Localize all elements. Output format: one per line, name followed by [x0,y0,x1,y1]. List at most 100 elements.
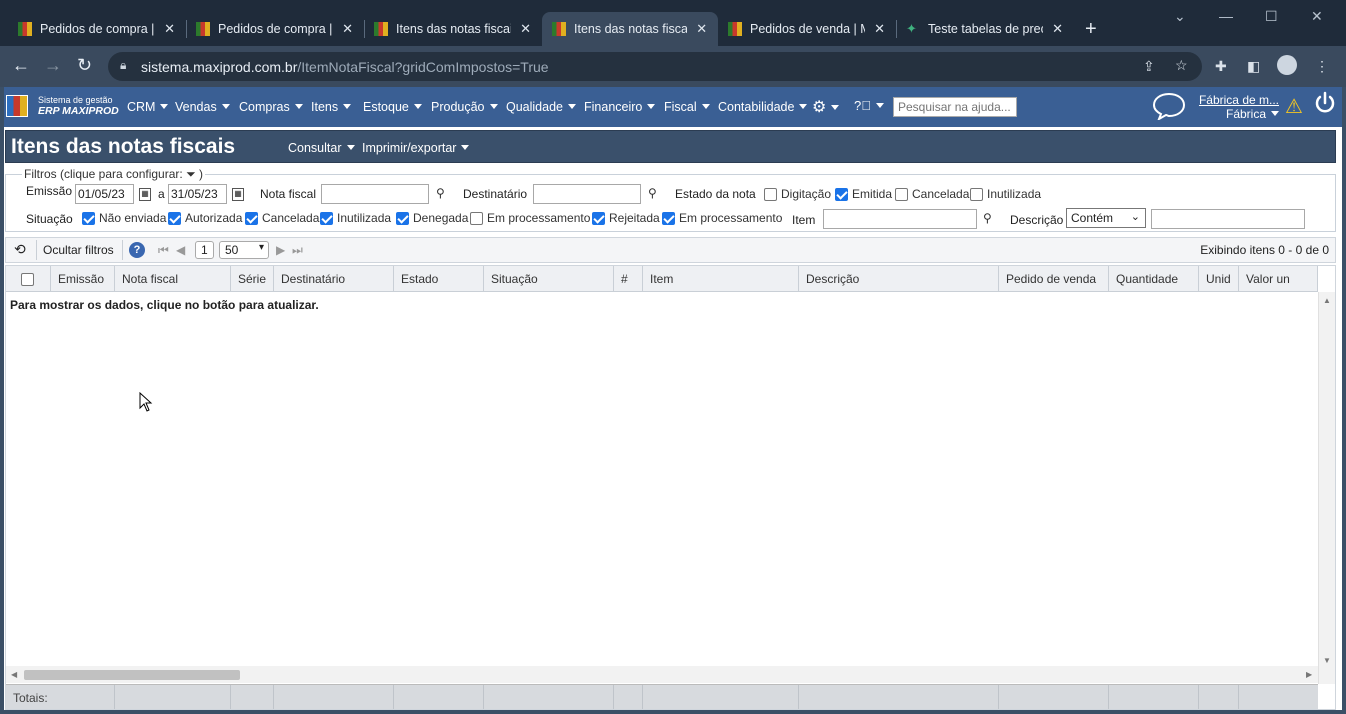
company-selector[interactable]: Fábrica de m... Fábrica [1197,93,1279,121]
situacao-nao-enviada-checkbox[interactable]: Não enviada [82,211,166,225]
browser-tab[interactable]: ✦ Teste tabelas de preço ✕ [896,12,1074,46]
browser-tab-active[interactable]: Itens das notas fiscais ✕ [542,12,718,46]
power-icon[interactable] [1313,91,1337,115]
estado-emitida-checkbox[interactable]: Emitida [835,187,892,201]
calendar-icon[interactable]: ▦ [139,188,151,201]
estado-digitacao-checkbox[interactable]: Digitação [764,187,831,201]
close-icon[interactable]: ✕ [1051,21,1064,37]
help-icon[interactable]: ? [129,242,145,258]
search-icon[interactable]: ⚲ [436,186,445,200]
column-header[interactable]: Emissão [51,266,115,291]
page-size-select[interactable]: 50 ▾ [219,241,269,259]
situacao-inutilizada-checkbox[interactable]: Inutilizada [320,211,391,225]
help-icon[interactable]: ?⃝ [854,98,884,113]
menu-vendas[interactable]: Vendas [175,100,230,114]
item-input[interactable] [823,209,977,229]
destinatario-input[interactable] [533,184,641,204]
filters-legend[interactable]: Filtros (clique para configurar: ⏷ ) [22,167,206,182]
page-number[interactable]: 1 [195,241,214,259]
scroll-down-icon[interactable]: ▼ [1323,656,1331,665]
url-field[interactable]: 🔒︎ sistema.maxiprod.com.br/ItemNotaFisca… [108,52,1202,81]
menu-fiscal[interactable]: Fiscal [664,100,710,114]
more-menu-icon[interactable]: ⋮ [1315,58,1329,75]
side-panel-icon[interactable]: ◧ [1247,58,1260,75]
select-all-checkbox[interactable] [21,273,34,286]
nota-fiscal-input[interactable] [321,184,429,204]
company-name[interactable]: Fábrica de m... [1197,93,1279,107]
menu-contabilidade[interactable]: Contabilidade [718,100,807,114]
back-arrow-icon[interactable]: ← [12,55,30,76]
new-tab-icon[interactable]: + [1085,18,1097,41]
scroll-thumb[interactable] [24,670,240,680]
descricao-input[interactable] [1151,209,1305,229]
close-icon[interactable]: ✕ [341,21,354,37]
consultar-menu[interactable]: Consultar [288,141,355,155]
minimize-icon[interactable]: — [1219,8,1233,24]
menu-producao[interactable]: Produção [431,100,498,114]
column-header[interactable]: Nota fiscal [115,266,231,291]
column-header[interactable]: Série [231,266,274,291]
search-icon[interactable]: ⚲ [648,186,657,200]
browser-tab[interactable]: Itens das notas fiscais ✕ [364,12,542,46]
column-header[interactable]: Valor un [1239,266,1318,291]
column-header[interactable]: Quantidade [1109,266,1199,291]
close-icon[interactable]: ✕ [695,21,708,37]
window-close-icon[interactable]: ✕ [1311,8,1323,25]
situacao-autorizada-checkbox[interactable]: Autorizada [168,211,242,225]
scroll-left-icon[interactable]: ◀ [11,670,17,679]
forward-arrow-icon[interactable]: → [44,55,62,76]
menu-compras[interactable]: Compras [239,100,303,114]
close-icon[interactable]: ✕ [163,21,176,37]
star-icon[interactable]: ☆ [1175,57,1188,74]
column-header[interactable]: Estado [394,266,484,291]
column-header[interactable]: Descrição [799,266,999,291]
share-icon[interactable]: ⇪ [1143,58,1155,75]
situacao-denegada-checkbox[interactable]: Denegada [396,211,468,225]
filter-funnel-icon[interactable]: ⏷ [186,167,196,181]
close-icon[interactable]: ✕ [873,21,886,37]
calendar-icon[interactable]: ▦ [232,188,244,201]
first-page-icon[interactable]: ⏮ [158,243,169,258]
situacao-em-processamento-checkbox[interactable]: Em processamento [470,211,590,225]
menu-financeiro[interactable]: Financeiro [584,100,655,114]
profile-avatar[interactable] [1277,55,1297,75]
settings-gear-icon[interactable]: ⚙ [812,97,839,117]
refresh-icon[interactable]: ⟲ [14,241,26,258]
warning-icon[interactable]: ⚠ [1285,94,1303,119]
company-unit[interactable]: Fábrica [1197,107,1279,121]
column-header[interactable]: # [614,266,643,291]
scroll-right-icon[interactable]: ▶ [1306,670,1312,679]
column-header[interactable]: Unid [1199,266,1239,291]
situacao-rejeitada-checkbox[interactable]: Rejeitada [592,211,660,225]
menu-estoque[interactable]: Estoque [363,100,422,114]
prev-page-icon[interactable]: ◀ [176,243,185,257]
search-icon[interactable]: ⚲ [983,211,992,225]
close-icon[interactable]: ✕ [519,21,532,37]
reload-icon[interactable]: ↻ [77,55,92,76]
estado-inutilizada-checkbox[interactable]: Inutilizada [970,187,1041,201]
situacao-cancelada-checkbox[interactable]: Cancelada [245,211,319,225]
tab-search-icon[interactable]: ⌄ [1174,8,1186,25]
column-header[interactable]: Situação [484,266,614,291]
browser-tab[interactable]: Pedidos de compra | M ✕ [186,12,364,46]
estado-cancelada-checkbox[interactable]: Cancelada [895,187,969,201]
browser-tab[interactable]: Pedidos de venda | M ✕ [718,12,896,46]
column-header[interactable]: Pedido de venda [999,266,1109,291]
situacao-em-processamento-checkbox-2[interactable]: Em processamento [662,211,782,225]
maximize-icon[interactable]: ☐ [1265,8,1278,25]
last-page-icon[interactable]: ⏭ [292,243,303,258]
extensions-icon[interactable]: ✚ [1215,58,1227,75]
date-to-input[interactable] [168,184,227,204]
vertical-scrollbar[interactable]: ▲ ▼ [1318,292,1335,684]
menu-itens[interactable]: Itens [311,100,351,114]
horizontal-scrollbar[interactable]: ◀ ▶ [6,666,1318,683]
column-header[interactable]: Item [643,266,799,291]
date-from-input[interactable] [75,184,134,204]
browser-tab[interactable]: Pedidos de compra | M ✕ [8,12,186,46]
menu-qualidade[interactable]: Qualidade [506,100,576,114]
menu-crm[interactable]: CRM [127,100,168,114]
scroll-up-icon[interactable]: ▲ [1323,296,1331,305]
help-search-input[interactable] [893,97,1017,117]
maxiprod-logo-icon[interactable] [6,95,28,117]
chat-icon[interactable] [1152,92,1186,120]
